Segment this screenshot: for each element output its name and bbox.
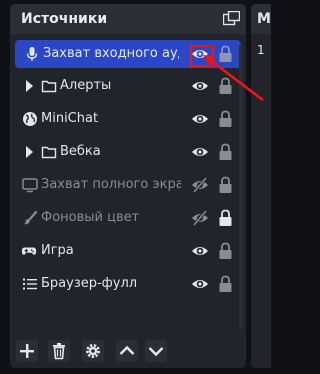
remove-source-button[interactable] [48,340,70,362]
monitor-icon [22,178,38,193]
plus-icon [20,344,34,358]
lock-icon[interactable] [218,45,233,63]
source-label: Браузер-фулл [41,276,138,291]
source-label: Игра [41,243,74,258]
sources-panel: Источники Захват входного аудио [10,4,246,368]
adjacent-panel: М 1 [251,4,271,368]
sources-toolbar [10,334,246,368]
eye-icon[interactable] [191,77,209,95]
expand-arrow-icon[interactable] [26,146,33,158]
gear-icon [86,344,100,358]
list-icon [23,278,37,290]
source-label: Захват входного аудио [43,46,179,61]
trash-icon [53,343,65,360]
move-up-button[interactable] [116,340,138,362]
source-row-alerts-group[interactable]: Алерты [15,72,241,100]
source-label: Алерты [60,78,112,93]
lock-icon[interactable] [218,275,233,293]
microphone-icon [26,47,38,61]
panel-title: Источники [21,11,108,27]
brush-icon [24,210,38,225]
source-label: MiniChat [41,111,99,126]
undock-icon[interactable] [223,11,240,26]
lock-icon[interactable] [218,242,233,260]
chevron-up-icon [119,345,135,355]
eye-hidden-icon[interactable] [191,176,209,194]
source-row-webcam-group[interactable]: Вебка [15,138,241,166]
scrollbar[interactable] [238,44,244,329]
source-label: Захват полного экран [41,177,181,192]
eye-hidden-icon[interactable] [191,209,209,227]
move-down-button[interactable] [145,340,167,362]
panel-header: Источники [10,4,246,34]
source-label: Фоновый цвет [41,210,140,225]
source-row-background-color[interactable]: Фоновый цвет [15,204,241,232]
highlight-box [190,45,214,67]
eye-icon[interactable] [191,143,209,161]
folder-icon [41,146,57,159]
folder-icon [41,80,57,93]
lock-icon[interactable] [218,176,233,194]
lock-icon[interactable] [218,143,233,161]
lock-icon[interactable] [218,77,233,95]
adjacent-panel-title: М [257,11,271,27]
add-source-button[interactable] [16,340,38,362]
expand-arrow-icon[interactable] [26,80,33,92]
sources-list: Захват входного аудио Алерты [13,40,243,330]
source-row-display-capture[interactable]: Захват полного экран [15,171,241,199]
lock-icon[interactable] [218,209,233,227]
eye-icon[interactable] [191,110,209,128]
source-row-minichat[interactable]: MiniChat [15,105,241,133]
adjacent-panel-item: 1 [257,43,265,57]
gamepad-icon [21,247,37,255]
source-row-game[interactable]: Игра [15,237,241,265]
globe-icon [23,112,37,126]
lock-icon[interactable] [218,110,233,128]
eye-icon[interactable] [191,275,209,293]
eye-icon[interactable] [191,242,209,260]
chevron-down-icon [148,347,164,357]
source-row-browser-full[interactable]: Браузер-фулл [15,270,241,298]
source-label: Вебка [60,144,101,159]
source-properties-button[interactable] [82,340,104,362]
